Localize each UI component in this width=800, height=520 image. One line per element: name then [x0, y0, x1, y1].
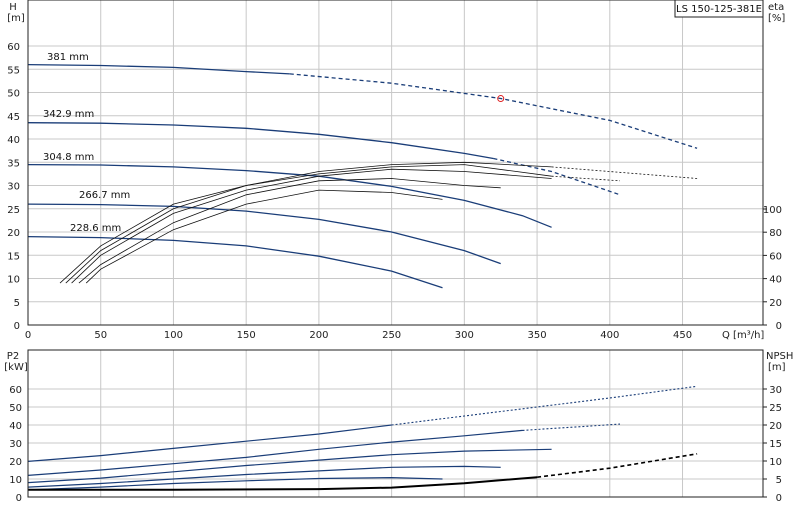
q-tick-350: 350 [528, 330, 547, 341]
npsh-tick-10: 10 [769, 457, 782, 468]
eta-axis-unit: [%] [768, 13, 785, 24]
q-tick-200: 200 [309, 330, 328, 341]
q-axis-label: Q [m³/h] [722, 330, 764, 341]
pump-curve-chart: 381 mm 342.9 mm 304.8 mm 266.7 mm 228.6 mm 0… [4, 0, 793, 504]
h-tick-55: 55 [7, 65, 20, 76]
eta-curve-4 [85, 189, 443, 284]
q-tick-0: 0 [25, 330, 31, 341]
p2-tick-30: 30 [9, 439, 22, 450]
p2-curve-2 [27, 448, 552, 484]
bottom-panel-curves [27, 385, 698, 491]
h-axis-label: H [9, 2, 17, 13]
q-tick-150: 150 [237, 330, 256, 341]
eta-curve-dashed-0 [551, 166, 698, 179]
p2-tick-0: 0 [16, 493, 22, 504]
p2-curve-1 [27, 429, 523, 476]
q-tick-300: 300 [455, 330, 474, 341]
h-curve-dashed-0 [289, 73, 698, 149]
p2-tick-40: 40 [9, 421, 22, 432]
eta-axis-label: eta [768, 2, 784, 13]
top-panel-curves: 381 mm 342.9 mm 304.8 mm 266.7 mm 228.6 mm [27, 52, 698, 289]
h-tick-40: 40 [7, 135, 20, 146]
eta-tick-20: 20 [769, 298, 782, 309]
h-tick-60: 60 [7, 42, 20, 53]
npsh-tick-30: 30 [769, 385, 782, 396]
npsh-tick-20: 20 [769, 421, 782, 432]
h-tick-10: 10 [7, 275, 20, 286]
eta-tick-60: 60 [769, 251, 782, 262]
h-tick-45: 45 [7, 112, 20, 123]
npsh-axis-label: NPSH [766, 351, 793, 362]
npsh-tick-5: 5 [776, 475, 782, 486]
p2-axis-label: P2 [7, 351, 19, 362]
p2-tick-60: 60 [9, 385, 22, 396]
h-curve-label-0: 381 mm [47, 52, 89, 63]
p2-curve-3 [27, 465, 501, 488]
q-tick-250: 250 [382, 330, 401, 341]
eta-tick-40: 40 [769, 275, 782, 286]
npsh-tick-25: 25 [769, 403, 782, 414]
h-curve-label-3: 266.7 mm [79, 190, 130, 201]
h-axis-unit: [m] [7, 13, 25, 24]
eta-curve-0 [59, 161, 552, 284]
h-tick-15: 15 [7, 251, 20, 262]
h-tick-25: 25 [7, 205, 20, 216]
q-tick-100: 100 [164, 330, 183, 341]
p2-tick-50: 50 [9, 403, 22, 414]
eta-tick-100: 100 [763, 205, 782, 216]
p2-tick-20: 20 [9, 457, 22, 468]
npsh-tick-0: 0 [776, 493, 782, 504]
p2-tick-10: 10 [9, 475, 22, 486]
npsh-tick-15: 15 [769, 439, 782, 450]
npsh-axis-unit: [m] [768, 362, 786, 373]
npsh-curve-dashed [537, 453, 698, 478]
h-curve-4 [27, 235, 443, 289]
eta-tick-0: 0 [776, 321, 782, 332]
top-panel-grid [27, 0, 763, 326]
eta-tick-80: 80 [769, 228, 782, 239]
q-tick-50: 50 [94, 330, 107, 341]
p2-axis-unit: [kW] [4, 362, 28, 373]
h-tick-5: 5 [14, 298, 20, 309]
chart-title: LS 150-125-381E [676, 4, 762, 15]
h-tick-30: 30 [7, 182, 20, 193]
h-curve-label-2: 304.8 mm [43, 152, 94, 163]
h-tick-35: 35 [7, 158, 20, 169]
q-tick-400: 400 [600, 330, 619, 341]
q-tick-450: 450 [673, 330, 692, 341]
h-curve-label-1: 342.9 mm [43, 109, 94, 120]
eta-curve-3 [78, 178, 501, 284]
h-tick-20: 20 [7, 228, 20, 239]
h-tick-0: 0 [14, 321, 20, 332]
h-curve-1 [27, 122, 494, 160]
p2-curve-dashed-0 [391, 385, 698, 426]
h-tick-50: 50 [7, 89, 20, 100]
h-curve-label-4: 228.6 mm [70, 223, 121, 234]
